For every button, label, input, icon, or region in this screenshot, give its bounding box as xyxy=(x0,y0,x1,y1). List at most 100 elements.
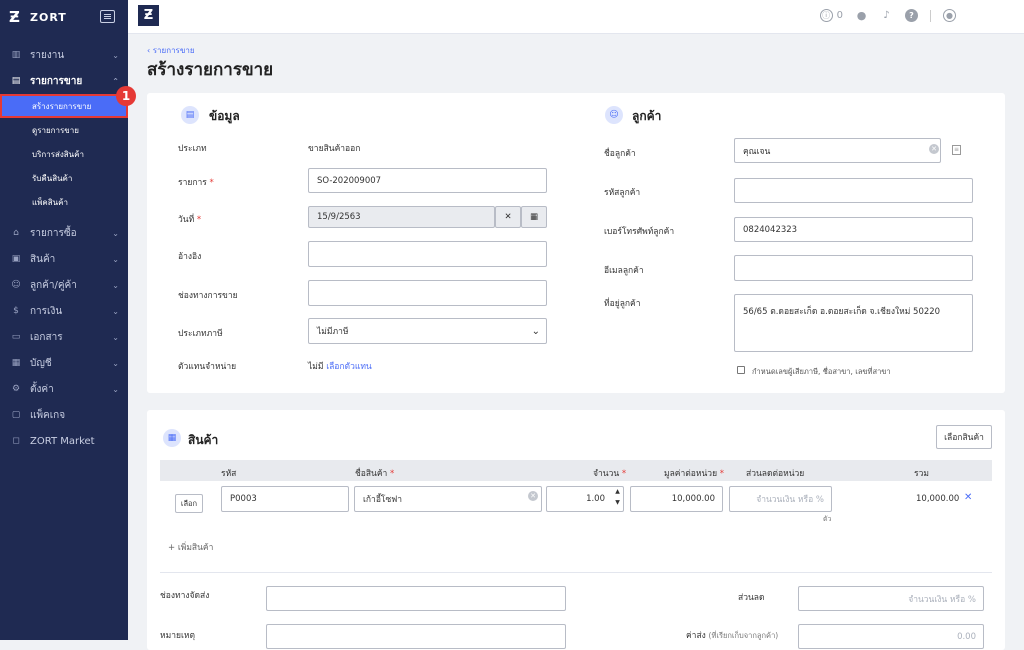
bell-icon[interactable]: ♪ xyxy=(880,9,893,22)
row-select-button[interactable]: เลือก xyxy=(175,494,203,513)
unit-label: ตัว xyxy=(823,515,832,523)
product-name-input[interactable]: เก้าอี้โซฟา xyxy=(354,486,542,512)
gear-icon: ⚙ xyxy=(11,384,21,394)
basket-icon: ⌂ xyxy=(13,228,19,238)
clear-product-icon[interactable]: ✕ xyxy=(528,491,538,501)
sidebar-item-label: สินค้า xyxy=(30,253,56,265)
customer-address-textarea[interactable]: 56/65 ต.ดอยสะเก็ด อ.ดอยสะเก็ด จ.เชียงใหม… xyxy=(734,294,973,352)
chevron-down-icon: ⌄ xyxy=(112,254,119,264)
chevron-down-icon: ⌄ xyxy=(112,228,119,238)
order-info-card: ▤ ข้อมูล ประเภท ขายสินค้าออก รายการ * SO… xyxy=(147,93,1005,393)
shipping-channel-input[interactable] xyxy=(266,586,566,611)
type-label: ประเภท xyxy=(178,144,207,154)
users-icon: ☺ xyxy=(11,280,21,290)
add-product-link[interactable]: + เพิ่มสินค้า xyxy=(168,540,213,554)
sidebar-subitem-returns[interactable]: รับคืนสินค้า xyxy=(0,166,128,190)
sidebar-item-documents[interactable]: ▭ เอกสาร ⌄ xyxy=(0,324,128,350)
page-title: สร้างรายการขาย xyxy=(147,60,274,80)
clear-customer-icon[interactable]: ✕ xyxy=(929,144,939,154)
customer-section-title: ลูกค้า xyxy=(632,109,662,123)
sidebar: Ƶ ZORT ▥ รายงาน ⌄ ▤ รายการขาย ⌃ สร้างรายการข… xyxy=(0,0,128,640)
tax-info-checkbox-label[interactable]: กำหนดเลขผู้เสียภาษี, ชื่อสาขา, เลขที่สาข… xyxy=(752,366,891,378)
user-icon[interactable]: ● xyxy=(855,9,868,22)
reference-input[interactable] xyxy=(308,241,547,267)
zort-logo-icon[interactable]: Ƶ xyxy=(138,5,159,26)
customer-code-label: รหัสลูกค้า xyxy=(604,188,641,198)
order-number-input[interactable]: SO-202009007 xyxy=(308,168,547,193)
chevron-down-icon: ⌄ xyxy=(112,50,119,60)
note-input[interactable] xyxy=(266,624,566,649)
sidebar-item-accounting[interactable]: ▦ บัญชี ⌄ xyxy=(0,350,128,376)
section-divider xyxy=(160,572,992,573)
help-icon[interactable]: ? xyxy=(905,9,918,22)
id-card-icon[interactable]: ≡ xyxy=(952,145,961,155)
sidebar-logo[interactable]: Ƶ ZORT xyxy=(0,0,128,34)
sales-channel-input[interactable] xyxy=(308,280,547,306)
money-icon: $ xyxy=(13,306,19,316)
sidebar-item-label: เอกสาร xyxy=(30,331,63,343)
calendar-button[interactable]: ▦ xyxy=(521,206,547,228)
sidebar-item-customers[interactable]: ☺ ลูกค้า/คู่ค้า ⌄ xyxy=(0,272,128,298)
account-icon[interactable]: ● xyxy=(943,9,956,22)
unit-discount-input[interactable]: จำนวนเงิน หรือ % xyxy=(729,486,832,512)
notification-counter[interactable]: ⓘ 0 xyxy=(819,9,843,22)
qty-up-icon[interactable]: ▲ xyxy=(613,488,622,498)
tax-info-checkbox[interactable] xyxy=(737,366,745,374)
menu-toggle-icon[interactable] xyxy=(100,10,115,23)
col-total: รวม xyxy=(914,469,929,479)
discount-input[interactable]: จำนวนเงิน หรือ % xyxy=(798,586,984,611)
customer-email-input[interactable] xyxy=(734,255,973,281)
discount-label: ส่วนลด xyxy=(738,593,765,603)
row-total: 10,000.00 xyxy=(916,494,960,504)
sidebar-subitem-pack[interactable]: แพ็คสินค้า xyxy=(0,190,128,214)
sidebar-item-products[interactable]: ▣ สินค้า ⌄ xyxy=(0,246,128,272)
sidebar-item-label: แพ็คเกจ xyxy=(30,409,66,421)
vat-type-select[interactable]: ไม่มีภาษี ⌄ xyxy=(308,318,547,344)
customer-name-input[interactable]: คุณเจน xyxy=(734,138,941,163)
products-card: ▦ สินค้า เลือกสินค้า xyxy=(147,410,1005,650)
customer-address-label: ที่อยู่ลูกค้า xyxy=(604,299,641,309)
sidebar-item-finance[interactable]: $ การเงิน ⌄ xyxy=(0,298,128,324)
customer-code-input[interactable] xyxy=(734,178,973,203)
date-input[interactable]: 15/9/2563 xyxy=(308,206,495,228)
sidebar-item-purchases[interactable]: ⌂ รายการซื้อ ⌄ xyxy=(0,220,128,246)
sidebar-item-sales[interactable]: ▤ รายการขาย ⌃ xyxy=(0,68,128,94)
remove-row-icon[interactable]: ✕ xyxy=(964,492,972,503)
sidebar-item-reports[interactable]: ▥ รายงาน ⌄ xyxy=(0,42,128,68)
sidebar-item-package[interactable]: ▢ แพ็คเกจ xyxy=(0,402,128,428)
customer-name-label: ชื่อลูกค้า xyxy=(604,149,636,159)
chevron-down-icon: ⌄ xyxy=(112,306,119,316)
sidebar-subitem-view-sales[interactable]: ดูรายการขาย xyxy=(0,118,128,142)
customer-phone-label: เบอร์โทรศัพท์ลูกค้า xyxy=(604,227,675,237)
product-code-input[interactable]: P0003 xyxy=(221,486,349,512)
col-discount: ส่วนลดต่อหน่วย xyxy=(746,469,805,479)
col-code: รหัส xyxy=(221,469,237,479)
clipboard-icon: ▤ xyxy=(181,106,199,124)
products-section-title: สินค้า xyxy=(188,433,219,447)
sidebar-subitem-create-sale[interactable]: สร้างรายการขาย xyxy=(0,94,128,118)
basket-icon: ▦ xyxy=(163,429,181,447)
qty-down-icon[interactable]: ▼ xyxy=(613,499,622,509)
select-agent-link[interactable]: เลือกตัวแทน xyxy=(326,362,372,372)
col-qty: จำนวน * xyxy=(593,469,627,479)
sidebar-item-settings[interactable]: ⚙ ตั้งค่า ⌄ xyxy=(0,376,128,402)
calendar-icon: ▦ xyxy=(529,212,539,222)
shipping-fee-input[interactable]: 0.00 xyxy=(798,624,984,649)
chevron-up-icon: ⌃ xyxy=(112,76,119,86)
chevron-down-icon: ⌄ xyxy=(112,280,119,290)
sidebar-item-label: ตั้งค่า xyxy=(30,383,54,395)
notification-count: 0 xyxy=(836,10,843,21)
sidebar-item-label: การเงิน xyxy=(30,305,63,317)
select-products-button[interactable]: เลือกสินค้า xyxy=(936,425,992,449)
sidebar-item-zort-market[interactable]: ◻ ZORT Market xyxy=(0,428,128,454)
customer-phone-input[interactable]: 0824042323 xyxy=(734,217,973,242)
user-icon: ☺ xyxy=(605,106,623,124)
unit-price-input[interactable]: 10,000.00 xyxy=(630,486,723,512)
chevron-down-icon: ⌄ xyxy=(112,358,119,368)
coin-icon: ⓘ xyxy=(819,9,833,22)
sidebar-subitem-shipping[interactable]: บริการส่งสินค้า xyxy=(0,142,128,166)
col-name: ชื่อสินค้า * xyxy=(355,469,395,479)
clear-date-button[interactable]: ✕ xyxy=(495,206,521,228)
date-label: วันที่ * xyxy=(178,215,202,225)
top-divider xyxy=(930,9,931,22)
